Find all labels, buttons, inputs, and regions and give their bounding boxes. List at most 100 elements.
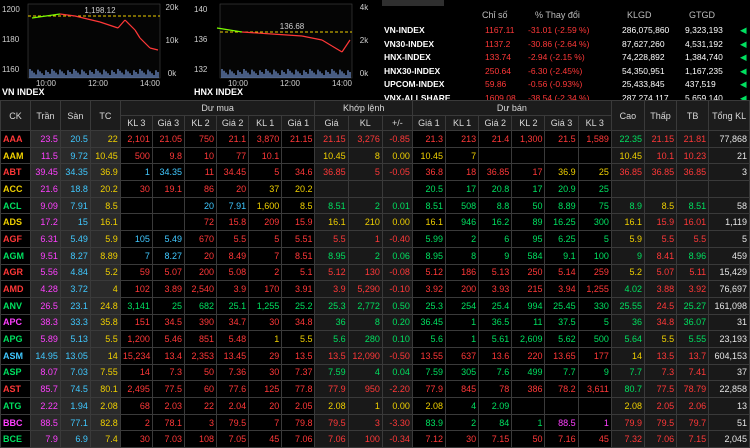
cell-cao: 7.32 <box>610 430 646 448</box>
col-low[interactable]: Thấp <box>644 100 678 131</box>
cell-gi-2: 20.8 <box>478 180 513 198</box>
col-kl-2-6[interactable]: KL 2 <box>183 115 218 131</box>
cell-th-p: 2.05 <box>644 397 678 415</box>
ticker-symbol[interactable]: APG <box>0 330 31 348</box>
col-total-volume[interactable]: Tổng KL <box>708 100 750 131</box>
table-row[interactable]: ABT 39.45 34.35 36.9 1 34.35 11 34.45 5 34.6 36.85… <box>0 163 750 182</box>
index-volume: 25,433,845 <box>622 79 665 90</box>
ticker-symbol[interactable]: AAM <box>0 146 31 165</box>
cell-gi-: 25.3 <box>314 296 349 315</box>
vn-index-mini-chart[interactable]: 1,198.12 1200 1180 1160 20k 10k 0k 10:00 12:00 14… <box>0 0 186 100</box>
col-ceiling[interactable]: Trần <box>29 100 61 131</box>
index-row[interactable]: UPCOM-INDEX 59.86 -0.56 (-0.93%) 25,433,845… <box>382 79 750 92</box>
table-row[interactable]: BBC 88.5 77.1 82.8 2 78.1 3 79.5 7 79.8 79.5 3 -3.30… <box>0 413 750 432</box>
col-kl-3-18[interactable]: KL 3 <box>577 115 612 131</box>
index-tab[interactable] <box>382 0 444 6</box>
ticker-symbol[interactable]: BBC <box>0 413 31 432</box>
ticker-symbol[interactable]: ABT <box>0 163 31 182</box>
cell-gi-1: 13.5 <box>281 346 316 365</box>
col-avg[interactable]: TB <box>676 100 710 131</box>
ticker-symbol[interactable]: ACL <box>0 196 31 215</box>
ticker-symbol[interactable]: ASM <box>0 346 31 365</box>
col-gi--10[interactable]: Giá <box>314 115 349 131</box>
cell-gi-1: 7.59 <box>411 363 447 382</box>
ticker-symbol[interactable]: ADS <box>0 213 31 232</box>
cell--: 0.00 <box>381 146 413 165</box>
col-kl-2-16[interactable]: KL 2 <box>511 115 546 131</box>
cell-t-ng-kl: 459 <box>708 246 750 265</box>
cell-tc: 8.5 <box>89 196 121 215</box>
table-row[interactable]: BCE 7.9 6.9 7.4 30 7.03 108 7.05 45 7.06 7.06 100 -0… <box>0 430 750 448</box>
col-gi-3-17[interactable]: Giá 3 <box>544 115 579 131</box>
index-row[interactable]: VN-INDEX 1167.11 -31.01 (-2.59 %) 286,075,8… <box>382 25 750 38</box>
col-kl-1-14[interactable]: KL 1 <box>444 115 480 131</box>
cell-gi-1: 79.8 <box>281 413 316 432</box>
table-row[interactable]: ACC 21.6 18.8 20.2 30 19.1 86 20 37 20.2 20.5 17 20.… <box>0 180 750 198</box>
table-row[interactable]: AGR 5.56 4.84 5.2 59 5.07 200 5.08 2 5.1 5.12 130 -0… <box>0 263 750 282</box>
cell--: -0.50 <box>381 346 413 365</box>
table-row[interactable]: AGM 9.51 8.27 8.89 7 8.27 20 8.49 7 8.51 8.95 2 0.06… <box>0 246 750 265</box>
table-row[interactable]: APG 5.89 5.13 5.5 1,200 5.46 851 5.48 1 5.5 5.6 280… <box>0 330 750 348</box>
table-row[interactable]: ACL 9.09 7.91 8.5 20 7.91 1,600 8.5 8.51 2 0.01 8.5… <box>0 196 750 215</box>
hnx-index-mini-chart[interactable]: 136.68 140 136 132 4k 2k 0k 10:00 12:00 14:00 HNX… <box>192 0 378 100</box>
ticker-symbol[interactable]: AGM <box>0 246 31 265</box>
cell-s-n: 5.49 <box>59 230 91 248</box>
col-kl-11[interactable]: KL <box>347 115 383 131</box>
cell-s-n: 9.72 <box>59 146 91 165</box>
cell-tc: 82.8 <box>89 413 121 432</box>
ticker-symbol[interactable]: ACC <box>0 180 31 198</box>
table-row[interactable]: ADS 17.2 15 16.1 72 15.8 209 15.9 16.1 210 0.00 16.… <box>0 213 750 232</box>
table-row[interactable]: ANV 26.5 23.1 24.8 3,141 25 682 25.1 1,255 25.2 25… <box>0 296 750 315</box>
table-row[interactable]: AAM 11.5 9.72 10.45 500 9.8 10 77 10.1 10.45 8 0.00… <box>0 146 750 165</box>
col-gi-2-15[interactable]: Giá 2 <box>478 115 513 131</box>
col-ref[interactable]: TC <box>89 100 121 131</box>
ticker-symbol[interactable]: BCE <box>0 430 31 448</box>
cell-gi-3: 20.9 <box>544 180 579 198</box>
cell-kl-1: 213 <box>444 130 480 148</box>
table-row[interactable]: AMD 4.28 3.72 4 102 3.89 2,540 3.9 170 3.91 3.9 5,2… <box>0 280 750 298</box>
col-gi-1-13[interactable]: Giá 1 <box>411 115 447 131</box>
cell-gi-2: 84 <box>478 413 513 432</box>
ticker-symbol[interactable]: AMD <box>0 280 31 298</box>
table-row[interactable]: AST 85.7 74.5 80.1 2,495 77.5 60 77.6 125 77.8 77.… <box>0 380 750 398</box>
ticker-symbol[interactable]: ANV <box>0 296 31 315</box>
index-row[interactable]: HNX30-INDEX 250.64 -6.30 (-2.45%) 54,350,95… <box>382 66 750 79</box>
col-high[interactable]: Cao <box>610 100 646 131</box>
index-row[interactable]: HNX-INDEX 133.74 -2.94 (-2.15 %) 74,228,892… <box>382 52 750 65</box>
ticker-symbol[interactable]: AGF <box>0 230 31 248</box>
col-kl-1-8[interactable]: KL 1 <box>248 115 283 131</box>
ticker-symbol[interactable]: AST <box>0 380 31 398</box>
ticker-symbol[interactable]: AGR <box>0 263 31 282</box>
index-row[interactable]: VN30-INDEX 1137.2 -30.86 (-2.64 %) 87,627,2… <box>382 39 750 52</box>
col-gi-1-9[interactable]: Giá 1 <box>281 115 316 131</box>
col-floor[interactable]: Sàn <box>59 100 91 131</box>
ticker-symbol[interactable]: ASP <box>0 363 31 382</box>
col-gi-3-5[interactable]: Giá 3 <box>151 115 185 131</box>
table-row[interactable]: APC 38.3 33.3 35.8 151 34.5 390 34.7 30 34.8 36 8 0.… <box>0 313 750 332</box>
col-gi-2-7[interactable]: Giá 2 <box>216 115 250 131</box>
cell-kl-3: 45 <box>577 430 612 448</box>
cell-tb: 8.51 <box>676 196 710 215</box>
ticker-symbol[interactable]: APC <box>0 313 31 332</box>
cell-th-p: 77.5 <box>644 380 678 398</box>
col---12[interactable]: +/- <box>381 115 413 131</box>
table-row[interactable]: AAA 23.5 20.5 22 2,101 21.05 750 21.1 3,870 21.15… <box>0 130 750 148</box>
cell-gi- <box>314 180 349 198</box>
ticker-symbol[interactable]: ATG <box>0 397 31 415</box>
cell-kl-1: 29 <box>248 346 283 365</box>
table-row[interactable]: ASP 8.07 7.03 7.55 14 7.3 50 7.36 30 7.37 7.59 4 0.0… <box>0 363 750 382</box>
cell-tr-n: 23.5 <box>29 130 61 148</box>
cell-gi-: 16.1 <box>314 213 349 232</box>
table-row[interactable]: AGF 6.31 5.49 5.9 105 5.49 670 5.5 5 5.51 5.5 1 -0.4… <box>0 230 750 248</box>
cell-tc: 80.1 <box>89 380 121 398</box>
table-row[interactable]: ASM 14.95 13.05 14 15,234 13.4 2,353 13.45 29 13.… <box>0 346 750 365</box>
col-ck[interactable]: CK <box>0 100 31 131</box>
cell-tr-n: 21.6 <box>29 180 61 198</box>
cell-cao <box>610 180 646 198</box>
ticker-symbol[interactable]: AAA <box>0 130 31 148</box>
cell-t-ng-kl: 76,697 <box>708 280 750 298</box>
cell-s-n: 7.91 <box>59 196 91 215</box>
col-kl-3-4[interactable]: KL 3 <box>119 115 153 131</box>
cell-t-ng-kl: 604,153 <box>708 346 750 365</box>
table-row[interactable]: ATG 2.22 1.94 2.08 68 2.03 22 2.04 20 2.05 2.08 1 0.… <box>0 397 750 415</box>
